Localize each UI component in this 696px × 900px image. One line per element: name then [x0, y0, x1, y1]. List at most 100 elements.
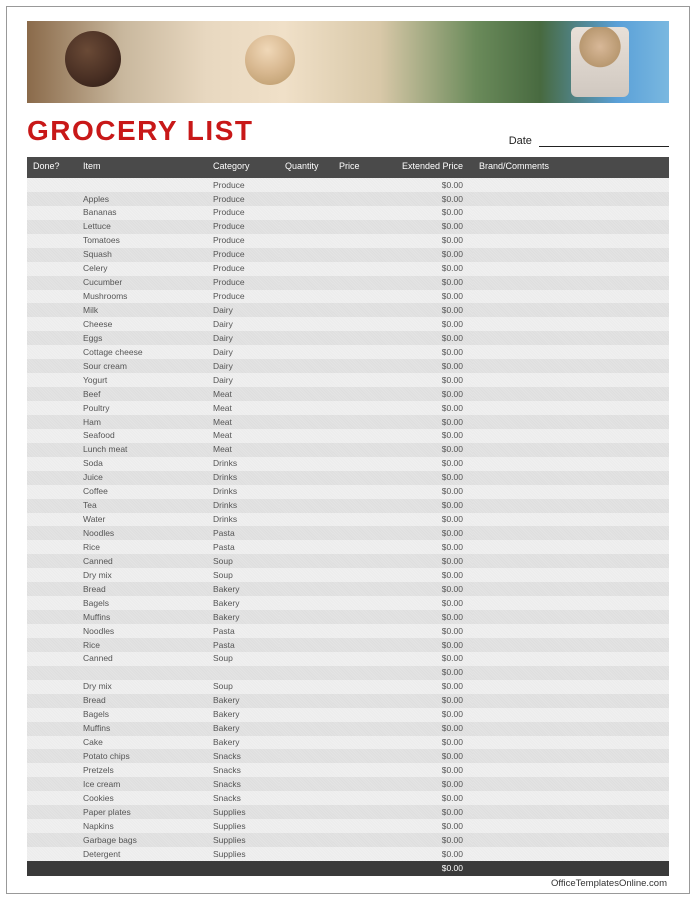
cell-qty [279, 666, 333, 680]
cell-cat: Dairy [207, 373, 279, 387]
cell-brand [473, 791, 669, 805]
table-row: RicePasta$0.00 [27, 638, 669, 652]
cell-cat: Bakery [207, 610, 279, 624]
table-row: CoffeeDrinks$0.00 [27, 485, 669, 499]
cell-price [333, 290, 381, 304]
cell-cat: Supplies [207, 847, 279, 861]
cell-brand [473, 401, 669, 415]
cell-cat: Dairy [207, 331, 279, 345]
cell-ext: $0.00 [381, 331, 473, 345]
cell-cat: Supplies [207, 805, 279, 819]
cell-item: Canned [77, 652, 207, 666]
cell-brand [473, 513, 669, 527]
cell-cat: Bakery [207, 736, 279, 750]
cell-done [27, 540, 77, 554]
cell-qty [279, 178, 333, 192]
cell-item: Garbage bags [77, 833, 207, 847]
cell-item: Cottage cheese [77, 345, 207, 359]
table-row: Dry mixSoup$0.00 [27, 680, 669, 694]
table-row: LettuceProduce$0.00 [27, 220, 669, 234]
cell-item: Yogurt [77, 373, 207, 387]
cell-item: Tomatoes [77, 234, 207, 248]
cell-cat: Pasta [207, 540, 279, 554]
table-row: PoultryMeat$0.00 [27, 401, 669, 415]
cell-item: Cheese [77, 317, 207, 331]
cell-brand [473, 178, 669, 192]
cell-price [333, 777, 381, 791]
cell-cat: Dairy [207, 359, 279, 373]
table-header-row: Done? Item Category Quantity Price Exten… [27, 157, 669, 178]
cell-price [333, 485, 381, 499]
cell-item: Tea [77, 499, 207, 513]
cell-brand [473, 777, 669, 791]
cell-cat: Produce [207, 206, 279, 220]
cell-brand [473, 471, 669, 485]
cell-ext: $0.00 [381, 666, 473, 680]
cell-qty [279, 220, 333, 234]
table-row: WaterDrinks$0.00 [27, 513, 669, 527]
cell-brand [473, 666, 669, 680]
cell-item: Noodles [77, 624, 207, 638]
cell-brand [473, 540, 669, 554]
cell-done [27, 373, 77, 387]
cell-cat: Meat [207, 443, 279, 457]
title-row: GROCERY LIST Date [27, 115, 669, 147]
cell-price [333, 415, 381, 429]
cell-done [27, 513, 77, 527]
cell-price [333, 582, 381, 596]
table-row: CheeseDairy$0.00 [27, 317, 669, 331]
cell-price [333, 457, 381, 471]
cell-ext: $0.00 [381, 485, 473, 499]
table-row: MuffinsBakery$0.00 [27, 610, 669, 624]
cell-price [333, 638, 381, 652]
cell-price [333, 303, 381, 317]
cell-ext: $0.00 [381, 805, 473, 819]
cell-cat: Bakery [207, 596, 279, 610]
cell-done [27, 290, 77, 304]
cell-price [333, 680, 381, 694]
hero-person-icon [571, 27, 629, 97]
cell-brand [473, 485, 669, 499]
cell-brand [473, 819, 669, 833]
cell-item: Milk [77, 303, 207, 317]
cell-brand [473, 610, 669, 624]
cell-qty [279, 777, 333, 791]
date-line[interactable] [539, 146, 669, 147]
cell-ext: $0.00 [381, 192, 473, 206]
cell-ext: $0.00 [381, 373, 473, 387]
cell-brand [473, 499, 669, 513]
cell-cat: Snacks [207, 749, 279, 763]
cell-brand [473, 234, 669, 248]
cell-cat: Drinks [207, 513, 279, 527]
cell-item: Noodles [77, 526, 207, 540]
cell-item: Bread [77, 582, 207, 596]
cell-done [27, 708, 77, 722]
table-row: HamMeat$0.00 [27, 415, 669, 429]
cell-qty [279, 805, 333, 819]
cell-brand [473, 220, 669, 234]
cell-item: Rice [77, 638, 207, 652]
cell-item: Poultry [77, 401, 207, 415]
cell-brand [473, 749, 669, 763]
cell-price [333, 805, 381, 819]
cell-item: Apples [77, 192, 207, 206]
cell-cat: Pasta [207, 624, 279, 638]
col-quantity: Quantity [279, 157, 333, 178]
table-row: BagelsBakery$0.00 [27, 708, 669, 722]
table-row: BreadBakery$0.00 [27, 694, 669, 708]
table-footer-row: $0.00 [27, 861, 669, 876]
cell-price [333, 791, 381, 805]
cell-qty [279, 192, 333, 206]
cell-ext: $0.00 [381, 290, 473, 304]
table-row: EggsDairy$0.00 [27, 331, 669, 345]
cell-qty [279, 568, 333, 582]
cell-done [27, 206, 77, 220]
table-row: CakeBakery$0.00 [27, 736, 669, 750]
cell-brand [473, 652, 669, 666]
cell-done [27, 680, 77, 694]
cell-ext: $0.00 [381, 568, 473, 582]
cell-done [27, 666, 77, 680]
cell-qty [279, 331, 333, 345]
table-row: Produce$0.00 [27, 178, 669, 192]
cell-price [333, 429, 381, 443]
